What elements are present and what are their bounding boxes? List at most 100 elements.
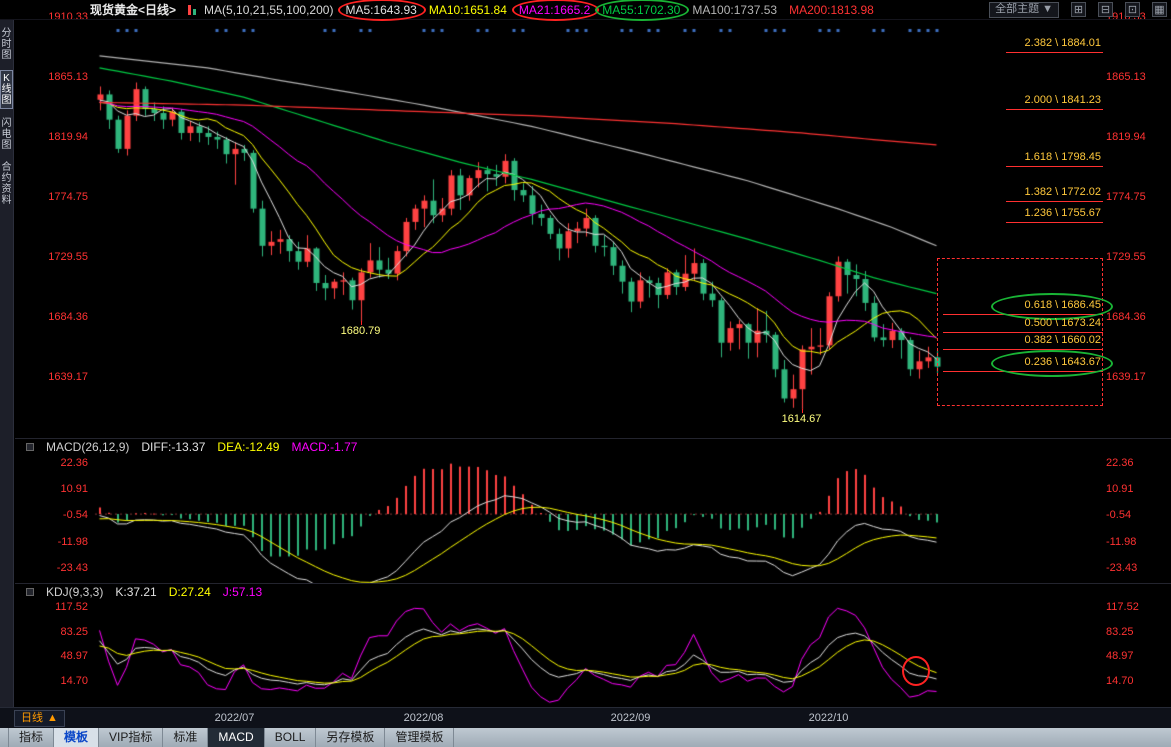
ma5-value: MA5:1643.93 — [345, 3, 416, 17]
layout-mosaic-icon[interactable]: ▦ — [1152, 2, 1167, 17]
fib-line — [943, 314, 1103, 315]
theme-label: 全部主题 — [995, 3, 1039, 16]
macd-diff-value: DIFF:-13.37 — [141, 440, 205, 454]
macd-axis-label: -23.43 — [1106, 562, 1164, 574]
tab-boll[interactable]: BOLL — [265, 728, 317, 747]
price-axis-label: 1774.75 — [40, 191, 88, 203]
period-selector[interactable]: 日线▲ — [14, 710, 65, 727]
ma-params-label: MA(5,10,21,55,100,200) — [204, 3, 333, 17]
macd-settings-icon[interactable] — [26, 443, 34, 451]
kdj-axis-label: 83.25 — [1106, 626, 1164, 638]
price-axis-label: 1774.75 — [1106, 191, 1164, 203]
macd-axis-label: 22.36 — [1106, 457, 1164, 469]
macd-dea-value: DEA:-12.49 — [217, 440, 279, 454]
macd-axis-label: 10.91 — [1106, 483, 1164, 495]
fib-level[interactable]: 0.236 \ 1643.67 — [937, 356, 1103, 372]
fib-level[interactable]: 1.382 \ 1772.02 — [937, 186, 1103, 202]
price-axis-label: 1684.36 — [1106, 311, 1164, 323]
theme-selector-button[interactable]: 全部主题▼ — [989, 2, 1059, 18]
fib-level[interactable]: 2.000 \ 1841.23 — [937, 94, 1103, 110]
sidebar-item-contract-info[interactable]: 合约资料 — [0, 160, 13, 208]
fib-line — [943, 349, 1103, 350]
symbol-title: 现货黄金<日线> — [90, 1, 176, 18]
tab-indicator[interactable]: 指标 — [8, 728, 54, 747]
bottom-tab-bar: 指标 模板 VIP指标 标准 MACD BOLL 另存模板 管理模板 — [0, 728, 1171, 747]
price-axis-label: 1819.94 — [40, 131, 88, 143]
macd-axis-label: -11.98 — [1106, 536, 1164, 548]
candle-icon — [188, 5, 196, 15]
layout-single-icon[interactable]: ⊡ — [1125, 2, 1140, 17]
price-axis-label: 1684.36 — [40, 311, 88, 323]
ma200-text: MA200:1813.98 — [789, 3, 874, 17]
low-price-label: 1680.79 — [335, 325, 387, 337]
fib-level[interactable]: 0.618 \ 1686.45 — [937, 299, 1103, 315]
fib-level[interactable]: 0.382 \ 1660.02 — [937, 334, 1103, 350]
fib-label: 0.236 \ 1643.67 — [1025, 356, 1101, 368]
sidebar-item-minute-chart[interactable]: 分时图 — [0, 26, 13, 63]
x-axis-tick: 2022/08 — [398, 712, 450, 724]
period-label: 日线 — [21, 711, 43, 726]
kdj-axis-label: 117.52 — [40, 601, 88, 613]
sidebar-item-kline-chart[interactable]: K线图 — [0, 70, 13, 109]
ma21-text: MA21:1665.2 — [519, 3, 590, 17]
down-candle-glyph — [193, 9, 196, 15]
kdj-axis-label: 83.25 — [40, 626, 88, 638]
ma5-text: MA5:1643.93 — [345, 3, 416, 17]
panel-divider — [15, 583, 1171, 584]
ma10-text: MA10:1651.84 — [429, 3, 507, 17]
tab-standard[interactable]: 标准 — [163, 728, 208, 747]
ma100-value: MA100:1737.53 — [692, 3, 777, 17]
kdj-k-value: K:37.21 — [115, 585, 156, 599]
price-axis-label: 1865.13 — [40, 71, 88, 83]
price-axis-label: 1865.13 — [1106, 71, 1164, 83]
fib-line — [943, 371, 1103, 372]
fib-label: 2.382 \ 1884.01 — [1025, 37, 1101, 49]
kdj-j-value: J:57.13 — [223, 585, 262, 599]
low-marker-line — [361, 321, 362, 325]
left-sidebar: 分时图 K线图 闪电图 合约资料 — [0, 20, 14, 707]
tab-template[interactable]: 模板 — [54, 728, 99, 747]
kdj-axis-label: 48.97 — [40, 650, 88, 662]
kdj-axis-label: 48.97 — [1106, 650, 1164, 662]
fib-label: 1.382 \ 1772.02 — [1025, 186, 1101, 198]
macd-panel-header: MACD(26,12,9) DIFF:-13.37 DEA:-12.49 MAC… — [26, 440, 357, 454]
kdj-settings-icon[interactable] — [26, 588, 34, 596]
ma200-value: MA200:1813.98 — [789, 3, 874, 17]
price-axis-label: 1819.94 — [1106, 131, 1164, 143]
ma55-text: MA55:1702.30 — [602, 3, 680, 17]
tab-save-template[interactable]: 另存模板 — [316, 728, 385, 747]
fib-level[interactable]: 1.618 \ 1798.45 — [937, 151, 1103, 167]
tab-manage-template[interactable]: 管理模板 — [385, 728, 454, 747]
ma21-value: MA21:1665.2 — [519, 3, 590, 17]
macd-axis-label: 10.91 — [40, 483, 88, 495]
fib-label: 1.618 \ 1798.45 — [1025, 151, 1101, 163]
fib-level[interactable]: 0.500 \ 1673.24 — [937, 317, 1103, 333]
fib-level[interactable]: 1.236 \ 1755.67 — [937, 207, 1103, 223]
kdj-axis-label: 117.52 — [1106, 601, 1164, 613]
xaxis-strip: 日线▲ 2022/07 2022/08 2022/09 2022/10 — [0, 707, 1171, 728]
price-axis-label: 1729.55 — [1106, 251, 1164, 263]
macd-axis-label: -0.54 — [1106, 509, 1164, 521]
kdj-d-value: D:27.24 — [169, 585, 211, 599]
low-price-label: 1614.67 — [776, 413, 828, 425]
ma100-text: MA100:1737.53 — [692, 3, 777, 17]
macd-axis-label: 22.36 — [40, 457, 88, 469]
fib-line — [1006, 52, 1103, 53]
price-axis-label: 1729.55 — [40, 251, 88, 263]
low-price-text: 1614.67 — [782, 413, 822, 425]
sidebar-item-flash-chart[interactable]: 闪电图 — [0, 116, 13, 153]
fib-label: 2.000 \ 1841.23 — [1025, 94, 1101, 106]
layout-grid4-icon[interactable]: ⊞ — [1071, 2, 1086, 17]
ma10-value: MA10:1651.84 — [429, 3, 507, 17]
fib-level[interactable]: 2.382 \ 1884.01 — [937, 37, 1103, 53]
tab-vip-indicator[interactable]: VIP指标 — [99, 728, 163, 747]
macd-axis-label: -11.98 — [40, 536, 88, 548]
annotation-circle-kdj — [902, 656, 930, 686]
tab-macd[interactable]: MACD — [208, 728, 264, 747]
x-axis-tick: 2022/10 — [803, 712, 855, 724]
kdj-axis-label: 14.70 — [1106, 675, 1164, 687]
kdj-title: KDJ(9,3,3) — [46, 585, 103, 599]
layout-split-icon[interactable]: ⊟ — [1098, 2, 1113, 17]
low-price-text: 1680.79 — [341, 325, 381, 337]
fib-line — [943, 332, 1103, 333]
